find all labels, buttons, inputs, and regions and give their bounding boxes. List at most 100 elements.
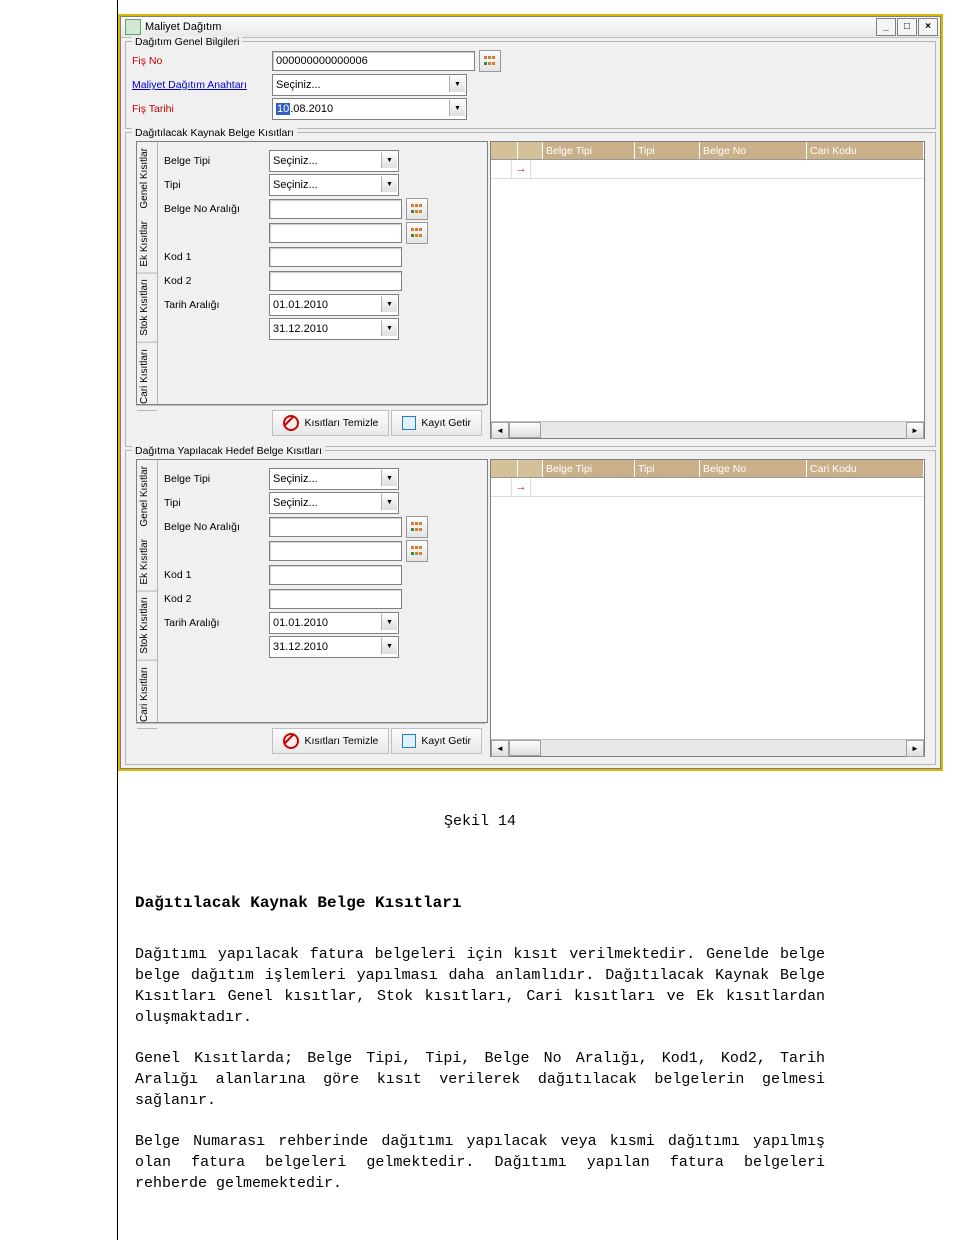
distribution-key-select[interactable]: Seçiniz... ▼ [272,74,467,96]
tab-ek-kisitlar[interactable]: Ek Kısıtlar [137,533,157,592]
tab-ek-kisitlar[interactable]: Ek Kısıtlar [137,215,157,274]
horizontal-scrollbar[interactable]: ◄ ► [491,421,924,438]
kod1-input[interactable] [269,247,402,267]
kod2-label: Kod 2 [164,593,269,605]
grid-icon [484,56,496,66]
tab-stok-kisitlari[interactable]: Stok Kısıtları [137,591,157,661]
chevron-down-icon: ▼ [381,470,397,486]
tipi-select[interactable]: Seçiniz... ▼ [269,492,399,514]
tipi-label: Tipi [164,497,269,509]
grid-col-belge-no[interactable]: Belge No [700,460,807,477]
fetch-records-button[interactable]: Kayıt Getir [391,728,482,754]
belge-no-to-input[interactable] [269,223,402,243]
belge-no-from-input[interactable] [269,517,402,537]
fis-no-label: Fiş No [132,55,272,67]
belge-no-from-lookup[interactable] [406,198,428,220]
kod1-label: Kod 1 [164,251,269,263]
grid-icon [411,546,423,556]
arrow-right-icon: → [516,481,527,493]
scroll-thumb[interactable] [509,740,541,756]
grid-col-belge-no[interactable]: Belge No [700,142,807,159]
minimize-button[interactable]: _ [876,18,896,36]
maximize-button[interactable]: □ [897,18,917,36]
close-button[interactable]: × [918,18,938,36]
tab-cari-kisitlari[interactable]: Cari Kısıtları [137,343,157,411]
grid-col-belge-tipi[interactable]: Belge Tipi [543,460,635,477]
target-grid: Belge Tipi Tipi Belge No Cari Kodu → ◄ ► [490,459,925,757]
source-filter-panel: Genel Kısıtlar Ek Kısıtlar Stok Kısıtlar… [136,141,488,405]
scroll-left-button[interactable]: ◄ [491,740,509,757]
tab-genel-kisitlar[interactable]: Genel Kısıtlar [137,460,157,533]
app-outer-frame: Maliyet Dağıtım _ □ × Dağıtım Genel Bilg… [118,14,943,771]
grid-col-selector [491,460,518,477]
belge-no-from-lookup[interactable] [406,516,428,538]
grid-header: Belge Tipi Tipi Belge No Cari Kodu [491,142,924,160]
tarih-to-input[interactable]: 31.12.2010 ▼ [269,636,399,658]
grid-col-marker [518,460,543,477]
kod1-input[interactable] [269,565,402,585]
grid-icon [411,204,423,214]
grid-col-cari-kodu[interactable]: Cari Kodu [807,142,924,159]
cancel-icon [283,733,299,749]
tarih-to-input[interactable]: 31.12.2010 ▼ [269,318,399,340]
target-fieldset: Dağıtma Yapılacak Hedef Belge Kısıtları … [125,450,936,765]
grid-body[interactable]: → [491,478,924,739]
target-filter-panel: Genel Kısıtlar Ek Kısıtlar Stok Kısıtlar… [136,459,488,723]
source-legend: Dağıtılacak Kaynak Belge Kısıtları [132,127,297,139]
belge-no-to-lookup[interactable] [406,222,428,244]
fis-no-input[interactable] [272,51,475,71]
grid-body[interactable]: → [491,160,924,421]
belge-tipi-select[interactable]: Seçiniz... ▼ [269,150,399,172]
fis-no-lookup-button[interactable] [479,50,501,72]
grid-row[interactable]: → [491,160,924,179]
distribution-key-link[interactable]: Maliyet Dağıtım Anahtarı [132,79,272,91]
fis-tarihi-label: Fiş Tarihi [132,103,272,115]
fis-tarihi-input[interactable]: 10.08.2010 ▼ [272,98,467,120]
cancel-icon [283,415,299,431]
kod2-input[interactable] [269,589,402,609]
clear-filters-button[interactable]: Kısıtları Temizle [272,410,389,436]
scroll-thumb[interactable] [509,422,541,438]
tarih-from-input[interactable]: 01.01.2010 ▼ [269,612,399,634]
clear-filters-button[interactable]: Kısıtları Temizle [272,728,389,754]
kod2-label: Kod 2 [164,275,269,287]
grid-col-cari-kodu[interactable]: Cari Kodu [807,460,924,477]
horizontal-scrollbar[interactable]: ◄ ► [491,739,924,756]
scroll-left-button[interactable]: ◄ [491,422,509,439]
grid-header: Belge Tipi Tipi Belge No Cari Kodu [491,460,924,478]
tab-stok-kisitlari[interactable]: Stok Kısıtları [137,273,157,343]
grid-icon [411,522,423,532]
chevron-down-icon: ▼ [449,100,465,116]
grid-col-selector [491,142,518,159]
chevron-down-icon: ▼ [381,320,397,336]
page-margin-line [117,0,118,1240]
tipi-label: Tipi [164,179,269,191]
fetch-records-button[interactable]: Kayıt Getir [391,410,482,436]
tipi-select[interactable]: Seçiniz... ▼ [269,174,399,196]
scroll-right-button[interactable]: ► [906,740,924,757]
kod1-label: Kod 1 [164,569,269,581]
page-content: Maliyet Dağıtım _ □ × Dağıtım Genel Bilg… [118,0,943,771]
scroll-right-button[interactable]: ► [906,422,924,439]
belge-no-label: Belge No Aralığı [164,521,269,533]
belge-tipi-label: Belge Tipi [164,473,269,485]
general-info-fieldset: Dağıtım Genel Bilgileri Fiş No Maliyet D… [125,41,936,129]
belge-no-to-lookup[interactable] [406,540,428,562]
grid-col-tipi[interactable]: Tipi [635,460,700,477]
titlebar[interactable]: Maliyet Dağıtım _ □ × [121,17,940,38]
window-title: Maliyet Dağıtım [145,21,875,33]
belge-tipi-select[interactable]: Seçiniz... ▼ [269,468,399,490]
grid-col-belge-tipi[interactable]: Belge Tipi [543,142,635,159]
tab-cari-kisitlari[interactable]: Cari Kısıtları [137,661,157,729]
belge-no-to-input[interactable] [269,541,402,561]
source-fieldset: Dağıtılacak Kaynak Belge Kısıtları Genel… [125,132,936,447]
refresh-icon [402,734,416,748]
figure-caption: Şekil 14 [135,811,825,832]
app-icon [125,19,141,35]
tarih-from-input[interactable]: 01.01.2010 ▼ [269,294,399,316]
belge-no-from-input[interactable] [269,199,402,219]
kod2-input[interactable] [269,271,402,291]
grid-col-tipi[interactable]: Tipi [635,142,700,159]
grid-row[interactable]: → [491,478,924,497]
tab-genel-kisitlar[interactable]: Genel Kısıtlar [137,142,157,215]
